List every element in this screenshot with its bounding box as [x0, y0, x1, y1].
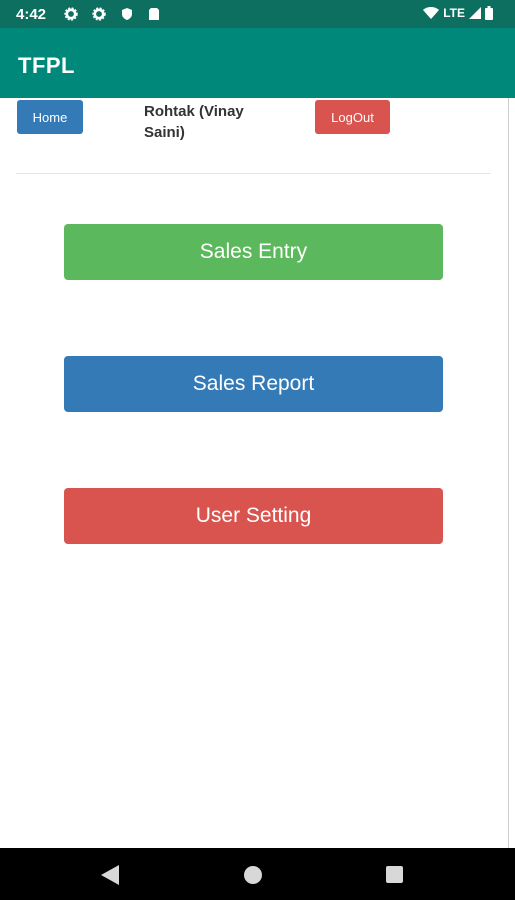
back-icon[interactable]	[101, 865, 119, 885]
scrollbar-edge	[508, 98, 509, 848]
user-setting-button[interactable]: User Setting	[64, 488, 443, 544]
wifi-icon	[423, 7, 440, 19]
app-bar: TFPL	[0, 28, 515, 98]
main-content: Home Rohtak (Vinay Saini) LogOut Sales E…	[0, 98, 515, 848]
shield-icon	[122, 8, 132, 20]
system-nav-bar	[0, 848, 515, 900]
network-type: LTE	[443, 6, 465, 20]
recents-icon[interactable]	[386, 866, 403, 883]
sales-entry-button[interactable]: Sales Entry	[64, 224, 443, 280]
settings-icon	[92, 7, 106, 21]
app-title: TFPL	[18, 53, 75, 78]
user-name-label: Rohtak (Vinay Saini)	[144, 103, 244, 141]
home-button[interactable]: Home	[17, 100, 83, 134]
status-bar: 4:42 LTE	[0, 0, 515, 28]
home-icon[interactable]	[244, 866, 262, 884]
battery-icon	[485, 6, 493, 20]
signal-icon	[469, 7, 481, 19]
status-time: 4:42	[16, 6, 47, 23]
sim-card-icon	[149, 8, 159, 20]
sales-report-button[interactable]: Sales Report	[64, 356, 443, 412]
logout-button[interactable]: LogOut	[315, 100, 390, 134]
header-divider	[16, 173, 491, 174]
settings-icon	[64, 7, 78, 21]
